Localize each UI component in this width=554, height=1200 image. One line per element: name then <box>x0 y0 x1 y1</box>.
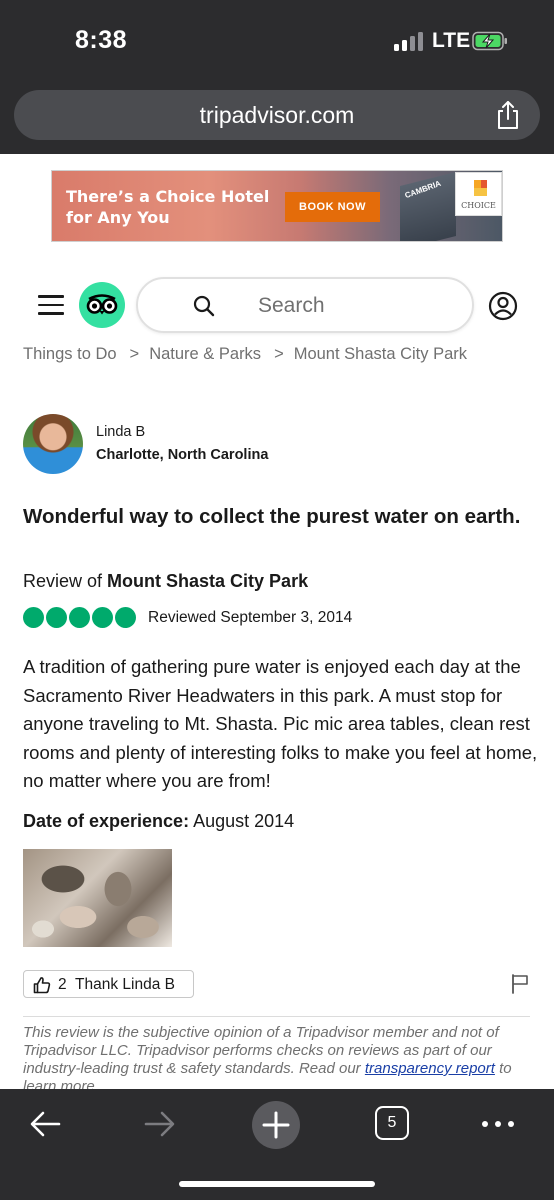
new-tab-icon[interactable] <box>251 1100 301 1150</box>
breadcrumb-current-page[interactable]: Mount Shasta City Park <box>294 345 467 363</box>
chevron-right-icon: > <box>274 345 284 363</box>
user-icon[interactable] <box>488 291 518 321</box>
review-place-link[interactable]: Mount Shasta City Park <box>107 571 308 591</box>
thank-button[interactable]: 2 Thank Linda B <box>23 970 194 998</box>
review-disclaimer: This review is the subjective opinion of… <box>23 1024 533 1096</box>
divider <box>23 1016 530 1017</box>
choice-logo-icon <box>474 180 487 196</box>
browser-url-bar: tripadvisor.com <box>0 78 554 154</box>
reviewed-date: Reviewed September 3, 2014 <box>148 609 353 626</box>
search-input[interactable] <box>258 291 438 321</box>
back-arrow-icon[interactable] <box>28 1105 62 1143</box>
chevron-right-icon: > <box>129 345 140 363</box>
thank-label: Thank Linda B <box>75 976 175 993</box>
owl-eyes-icon <box>86 294 118 315</box>
search-icon <box>193 295 215 317</box>
flag-icon[interactable] <box>511 974 529 994</box>
ad-banner[interactable]: There’s a Choice Hotel for Any You BOOK … <box>51 170 503 242</box>
review-photo[interactable] <box>23 849 172 947</box>
date-of-experience: Date of experience: August 2014 <box>23 811 294 832</box>
rating-bubble <box>115 607 136 628</box>
search-box[interactable] <box>136 277 474 333</box>
rating-bubble <box>92 607 113 628</box>
transparency-report-link[interactable]: transparency report <box>365 1060 495 1077</box>
review-title: Wonderful way to collect the purest wate… <box>23 505 521 528</box>
url-text: tripadvisor.com <box>199 102 355 128</box>
hamburger-icon[interactable] <box>38 295 64 315</box>
review-of-prefix: Review of <box>23 571 103 591</box>
reviewer-location: Charlotte, North Carolina <box>96 447 269 463</box>
ad-logo-text: CHOICE <box>461 201 496 210</box>
address-field[interactable]: tripadvisor.com <box>14 90 540 140</box>
home-indicator <box>179 1181 375 1187</box>
rating-bubble <box>46 607 67 628</box>
ad-headline: There’s a Choice Hotel for Any You <box>66 187 270 227</box>
thumbs-up-icon <box>33 977 51 994</box>
experience-label: Date of experience: <box>23 811 190 831</box>
battery-charging-icon <box>472 31 507 51</box>
avatar[interactable] <box>23 414 83 474</box>
review-of: Review of Mount Shasta City Park <box>23 571 308 592</box>
status-time: 8:38 <box>75 26 128 54</box>
rating-bubble <box>23 607 44 628</box>
thanks-count: 2 <box>58 976 67 993</box>
experience-date: August 2014 <box>193 811 295 831</box>
review-body: A tradition of gathering pure water is e… <box>23 656 538 791</box>
choice-hotels-logo: CHOICE <box>455 172 502 216</box>
share-icon[interactable] <box>494 100 522 130</box>
more-icon[interactable] <box>480 1105 516 1143</box>
breadcrumb-nature-parks[interactable]: Nature & Parks <box>149 345 261 363</box>
network-label: LTE <box>432 29 471 52</box>
breadcrumb: Things to Do > Nature & Parks > Mount Shasta… <box>23 345 467 364</box>
signal-strength-icon <box>394 31 424 51</box>
owl-logo-icon[interactable] <box>79 282 125 328</box>
breadcrumb-things-to-do[interactable]: Things to Do <box>23 345 117 363</box>
forward-arrow-icon[interactable] <box>143 1105 177 1143</box>
status-bar: 8:38 LTE <box>0 0 554 78</box>
book-now-button[interactable]: BOOK NOW <box>285 192 380 222</box>
reviewer-name[interactable]: Linda B <box>96 424 145 440</box>
tabs-icon[interactable]: 5 <box>375 1106 409 1140</box>
rating-bubble <box>69 607 90 628</box>
